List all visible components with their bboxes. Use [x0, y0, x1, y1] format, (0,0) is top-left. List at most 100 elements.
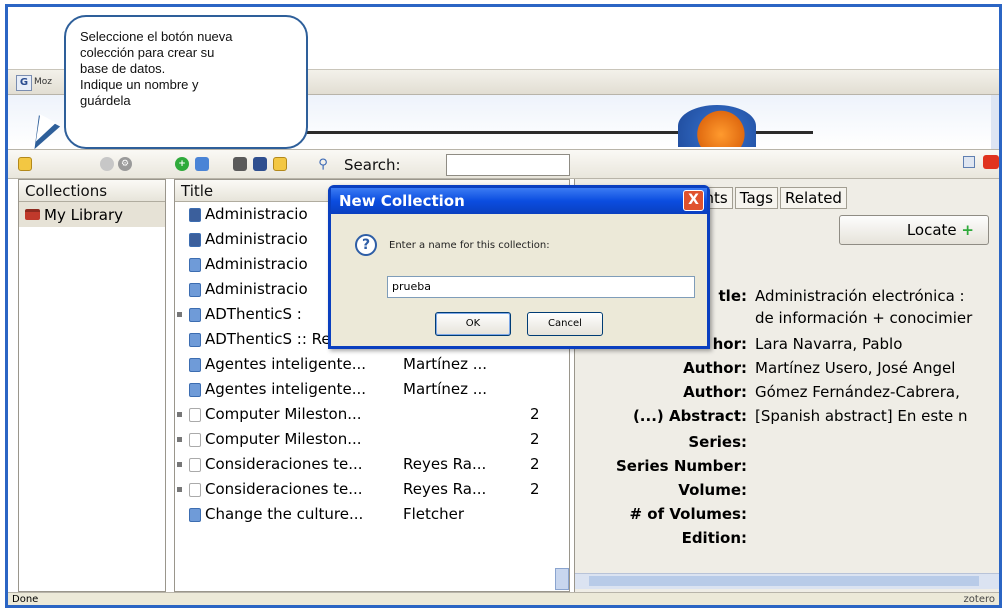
close-pane-icon[interactable] [983, 155, 999, 169]
status-bar: Done zotero [8, 592, 999, 605]
action-icon[interactable] [100, 157, 114, 171]
item-count: 2 [530, 430, 540, 448]
expand-icon[interactable] [177, 462, 182, 467]
table-row[interactable]: Computer Mileston... 2 [175, 427, 569, 452]
field-value[interactable]: de información + conocimier [755, 309, 972, 327]
dialog-title: New Collection [339, 192, 465, 210]
instruction-callout: Seleccione el botón nueva colección para… [64, 15, 308, 149]
firefox-logo-icon [678, 105, 756, 147]
locate-button[interactable]: Locate + [839, 215, 989, 245]
status-text: Done [12, 594, 39, 605]
item-title: Computer Mileston... [205, 405, 362, 423]
question-icon: ? [355, 234, 377, 256]
new-collection-icon[interactable] [18, 157, 32, 171]
table-row[interactable]: Consideraciones te... Reyes Ra... 2 [175, 477, 569, 502]
screenshot-frame: G Moz Seleccione el botón nueva colecció… [5, 4, 1002, 608]
item-count: 2 [530, 405, 540, 423]
info-horizontal-scrollbar[interactable] [575, 573, 999, 589]
table-row[interactable]: Change the culture... Fletcher [175, 502, 569, 527]
items-scrollbar[interactable] [555, 568, 569, 590]
tab-tags[interactable]: Tags [734, 187, 778, 209]
new-note-icon[interactable] [195, 157, 209, 171]
collection-label: My Library [44, 205, 124, 224]
search-input[interactable] [446, 154, 570, 176]
book-item-icon [189, 233, 201, 247]
collections-header[interactable]: Collections [19, 180, 165, 202]
field-value[interactable]: Martínez Usero, José Angel [755, 359, 955, 377]
collection-name-input[interactable]: prueba [387, 276, 695, 298]
expand-icon[interactable] [177, 487, 182, 492]
field-label-cell: Edition: [575, 529, 747, 549]
doc-item-icon [189, 283, 201, 297]
tab-related[interactable]: Related [779, 187, 847, 209]
link-icon[interactable] [233, 157, 247, 171]
item-author: Martínez ... [403, 380, 488, 398]
table-row[interactable]: Agentes inteligente... Martínez ... [175, 377, 569, 402]
item-title: Computer Mileston... [205, 430, 362, 448]
field-label: Author: [683, 359, 747, 377]
callout-text: Seleccione el botón nueva colección para… [80, 29, 233, 108]
field-label-cell: (...) Abstract: [575, 407, 747, 427]
cancel-button[interactable]: Cancel [527, 312, 603, 336]
page-scrollbar[interactable] [991, 95, 999, 149]
field-value[interactable]: Lara Navarra, Pablo [755, 335, 902, 353]
zotero-toolbar: ⚙ + ⚲ Search: [8, 149, 999, 179]
field-label: tle: [718, 287, 747, 305]
field-label: # of Volumes: [629, 505, 748, 523]
expand-icon[interactable] [177, 437, 182, 442]
item-author: Reyes Ra... [403, 455, 487, 473]
zotero-status-label[interactable]: zotero [964, 594, 995, 605]
item-count: 2 [530, 455, 540, 473]
item-title: Change the culture... [205, 505, 364, 523]
item-title: Agentes inteligente... [205, 355, 367, 373]
search-label: Search: [344, 156, 401, 174]
field-label: Volume: [678, 481, 747, 499]
table-row[interactable]: Consideraciones te... Reyes Ra... 2 [175, 452, 569, 477]
item-title: Consideraciones te... [205, 480, 363, 498]
field-label: (...) Abstract: [632, 407, 747, 425]
new-collection-dialog: New Collection X ? Enter a name for this… [328, 185, 710, 349]
table-row[interactable]: Computer Mileston... 2 [175, 402, 569, 427]
ok-button[interactable]: OK [435, 312, 511, 336]
browser-tab-label[interactable]: Moz [34, 77, 52, 87]
item-author: Fletcher [403, 505, 465, 523]
link-icon[interactable] [253, 157, 267, 171]
search-icon: ⚲ [318, 156, 328, 172]
doc-item-icon [189, 508, 201, 522]
item-author: Reyes Ra... [403, 480, 487, 498]
field-value[interactable]: [Spanish abstract] En este n [755, 407, 968, 425]
new-item-icon[interactable]: + [175, 157, 189, 171]
field-value[interactable]: Administración electrónica : [755, 287, 965, 305]
field-label-cell: Author: [575, 359, 747, 379]
item-author: Martínez ... [403, 355, 488, 373]
doc-item-icon [189, 333, 201, 347]
field-label: Edition: [681, 529, 747, 547]
page-item-icon [189, 408, 201, 422]
item-title: Consideraciones te... [205, 455, 363, 473]
item-count: 2 [530, 480, 540, 498]
doc-item-icon [189, 258, 201, 272]
dialog-title-bar: New Collection X [331, 188, 707, 214]
doc-item-icon [189, 308, 201, 322]
expand-icon[interactable] [177, 412, 182, 417]
collection-item-my-library[interactable]: My Library [19, 202, 165, 227]
folder-icon[interactable] [273, 157, 287, 171]
item-title: Agentes inteligente... [205, 380, 367, 398]
close-icon[interactable]: X [683, 190, 704, 211]
field-value[interactable]: Gómez Fernández-Cabrera, [755, 383, 960, 401]
expand-icon[interactable] [177, 312, 182, 317]
doc-item-icon [189, 358, 201, 372]
doc-item-icon [189, 383, 201, 397]
dialog-message: Enter a name for this collection: [389, 240, 550, 251]
locate-label: Locate [906, 221, 957, 239]
field-label-cell: Author: [575, 383, 747, 403]
table-row[interactable]: Agentes inteligente... Martínez ... [175, 352, 569, 377]
field-label: Series Number: [615, 457, 747, 475]
fullscreen-icon[interactable] [963, 156, 975, 168]
scroll-thumb[interactable] [589, 576, 979, 586]
page-item-icon [189, 433, 201, 447]
gear-icon[interactable]: ⚙ [118, 157, 132, 171]
item-title: Administracio [205, 230, 308, 248]
field-label-cell: Series: [575, 433, 747, 453]
page-item-icon [189, 483, 201, 497]
